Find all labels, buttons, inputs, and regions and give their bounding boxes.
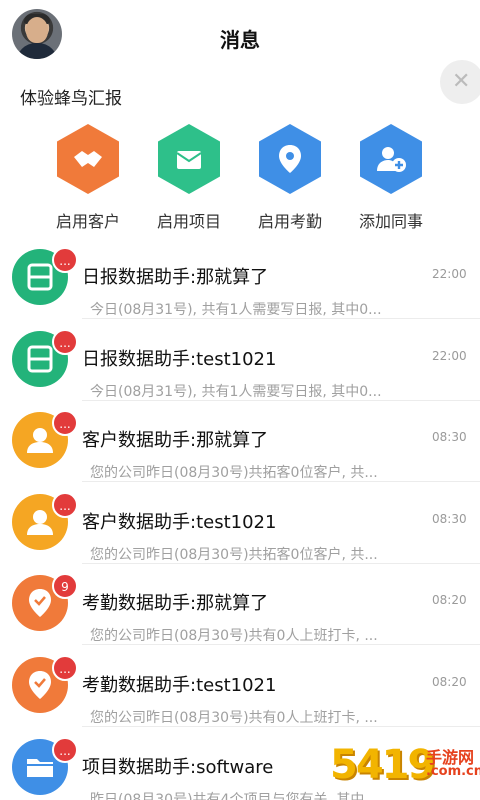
quick-action-label: 添加同事 (358, 212, 423, 231)
watermark-digits: 5419 (330, 742, 435, 788)
message-title: 客户数据助手:test1021 (82, 511, 277, 533)
unread-badge: 9 (52, 573, 78, 600)
unread-badge: ... (52, 410, 78, 437)
list-item[interactable]: 9 考勤数据助手:那就算了 08:20 您的公司昨日(08月30号)共有0人上班… (0, 563, 480, 646)
message-time: 22:00 (432, 348, 467, 363)
message-time: 08:30 (432, 430, 467, 445)
message-preview: 您的公司昨日(08月30号)共有0人上班打卡, ... (90, 709, 378, 726)
close-icon: ✕ (452, 69, 471, 94)
quick-action-label: 启用项目 (156, 212, 221, 231)
quick-action-label: 启用客户 (55, 212, 120, 231)
list-item[interactable]: ... 日报数据助手:test1021 22:00 今日(08月31号), 共有… (0, 319, 480, 401)
list-item[interactable]: ... 日报数据助手:那就算了 22:00 今日(08月31号), 共有1人需要… (0, 237, 480, 319)
message-preview: 您的公司昨日(08月30号)共拓客0位客户, 共... (90, 465, 378, 482)
unread-badge: ... (52, 328, 78, 355)
message-preview: 您的公司昨日(08月30号)共拓客0位客户, 共... (90, 546, 378, 563)
list-item[interactable]: ... 考勤数据助手:test1021 08:20 您的公司昨日(08月30号)… (0, 645, 480, 727)
watermark: 5419 手游网 .com.cn (330, 742, 480, 800)
quick-action-project[interactable]: 启用项目 (134, 118, 244, 232)
message-time: 08:20 (432, 674, 467, 689)
quick-action-label: 启用考勤 (257, 212, 322, 231)
promo-label: 体验蜂鸟汇报 (20, 89, 122, 109)
unread-badge: ... (52, 247, 78, 273)
message-title: 客户数据助手:那就算了 (82, 430, 269, 452)
message-time: 22:00 (432, 267, 467, 281)
page-title: 消息 (220, 28, 260, 52)
quick-action-customer[interactable]: 启用客户 (33, 118, 143, 232)
message-title: 考勤数据助手:test1021 (82, 674, 277, 696)
message-title: 考勤数据助手:那就算了 (82, 593, 269, 615)
quick-action-add-colleague[interactable]: 添加同事 (336, 118, 446, 232)
list-item[interactable]: ... 客户数据助手:test1021 08:30 您的公司昨日(08月30号)… (0, 482, 480, 564)
message-list: ... 日报数据助手:那就算了 22:00 今日(08月31号), 共有1人需要… (0, 237, 480, 800)
message-title: 项目数据助手:software (82, 756, 274, 778)
message-time: 08:20 (432, 593, 467, 608)
location-pin-icon (259, 124, 321, 194)
message-preview: 今日(08月31号), 共有1人需要写日报, 其中0... (90, 383, 382, 400)
list-item[interactable]: ... 客户数据助手:那就算了 08:30 您的公司昨日(08月30号)共拓客0… (0, 400, 480, 483)
close-button[interactable]: ✕ (440, 60, 480, 104)
unread-badge: ... (52, 736, 78, 763)
header: 消息 (0, 0, 480, 72)
watermark-domain: .com.cn (426, 764, 480, 779)
add-user-icon (360, 124, 422, 194)
message-time: 08:30 (432, 511, 467, 526)
message-preview: 您的公司昨日(08月30号)共有0人上班打卡, ... (90, 628, 378, 645)
message-preview: 今日(08月31号), 共有1人需要写日报, 其中0... (90, 302, 382, 318)
message-title: 日报数据助手:test1021 (82, 348, 277, 370)
handshake-icon (57, 124, 119, 194)
envelope-icon (158, 124, 220, 194)
unread-badge: ... (52, 654, 78, 681)
unread-badge: ... (52, 491, 78, 518)
quick-action-attendance[interactable]: 启用考勤 (235, 118, 345, 232)
message-title: 日报数据助手:那就算了 (82, 267, 269, 288)
